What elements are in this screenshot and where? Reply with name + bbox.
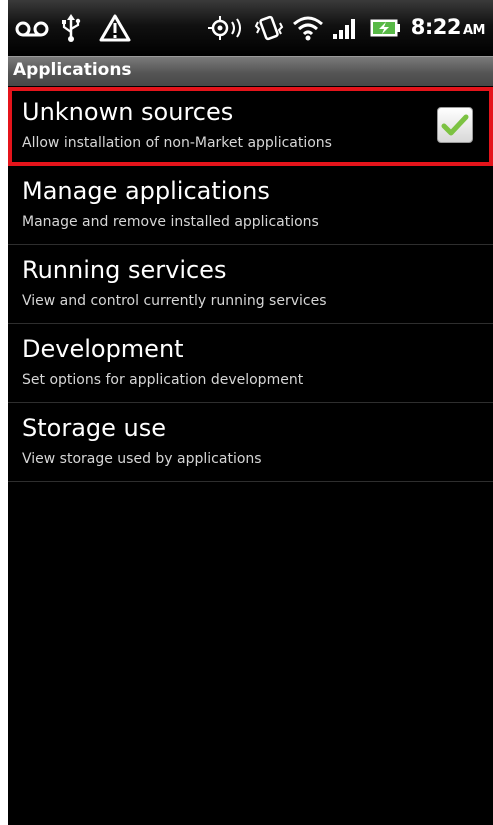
setting-summary: Allow installation of non-Market applica… <box>22 135 332 151</box>
setting-development[interactable]: Development Set options for application … <box>8 324 493 403</box>
title-bar: Applications <box>8 56 493 86</box>
setting-summary: View storage used by applications <box>22 451 262 467</box>
vibrate-icon <box>253 14 285 42</box>
setting-title: Manage applications <box>22 177 270 205</box>
wifi-icon <box>291 14 325 42</box>
setting-summary: Set options for application development <box>22 372 304 388</box>
signal-icon <box>331 14 361 42</box>
unknown-sources-checkbox[interactable] <box>437 107 473 143</box>
clock-ampm: AM <box>463 23 486 38</box>
status-bar: 8:22 AM <box>8 0 493 56</box>
gps-icon <box>206 14 246 42</box>
warning-icon <box>98 14 132 42</box>
voicemail-icon <box>14 14 50 42</box>
check-icon <box>441 114 469 136</box>
setting-running-services[interactable]: Running services View and control curren… <box>8 245 493 324</box>
setting-manage-applications[interactable]: Manage applications Manage and remove in… <box>8 166 493 245</box>
clock-time: 8:22 <box>410 15 462 39</box>
setting-summary: View and control currently running servi… <box>22 293 327 309</box>
setting-title: Unknown sources <box>22 98 234 126</box>
setting-unknown-sources[interactable]: Unknown sources Allow installation of no… <box>8 87 493 166</box>
clock: 8:22 AM <box>410 15 486 39</box>
setting-summary: Manage and remove installed applications <box>22 214 319 230</box>
phone-screen: 8:22 AM Applications Unknown sources Allo… <box>8 0 493 825</box>
setting-title: Storage use <box>22 414 167 442</box>
battery-charging-icon <box>368 14 402 42</box>
settings-list: Unknown sources Allow installation of no… <box>8 87 493 482</box>
setting-title: Development <box>22 335 184 363</box>
usb-icon <box>58 14 84 42</box>
page-title: Applications <box>13 60 132 80</box>
setting-title: Running services <box>22 256 227 284</box>
setting-storage-use[interactable]: Storage use View storage used by applica… <box>8 403 493 482</box>
